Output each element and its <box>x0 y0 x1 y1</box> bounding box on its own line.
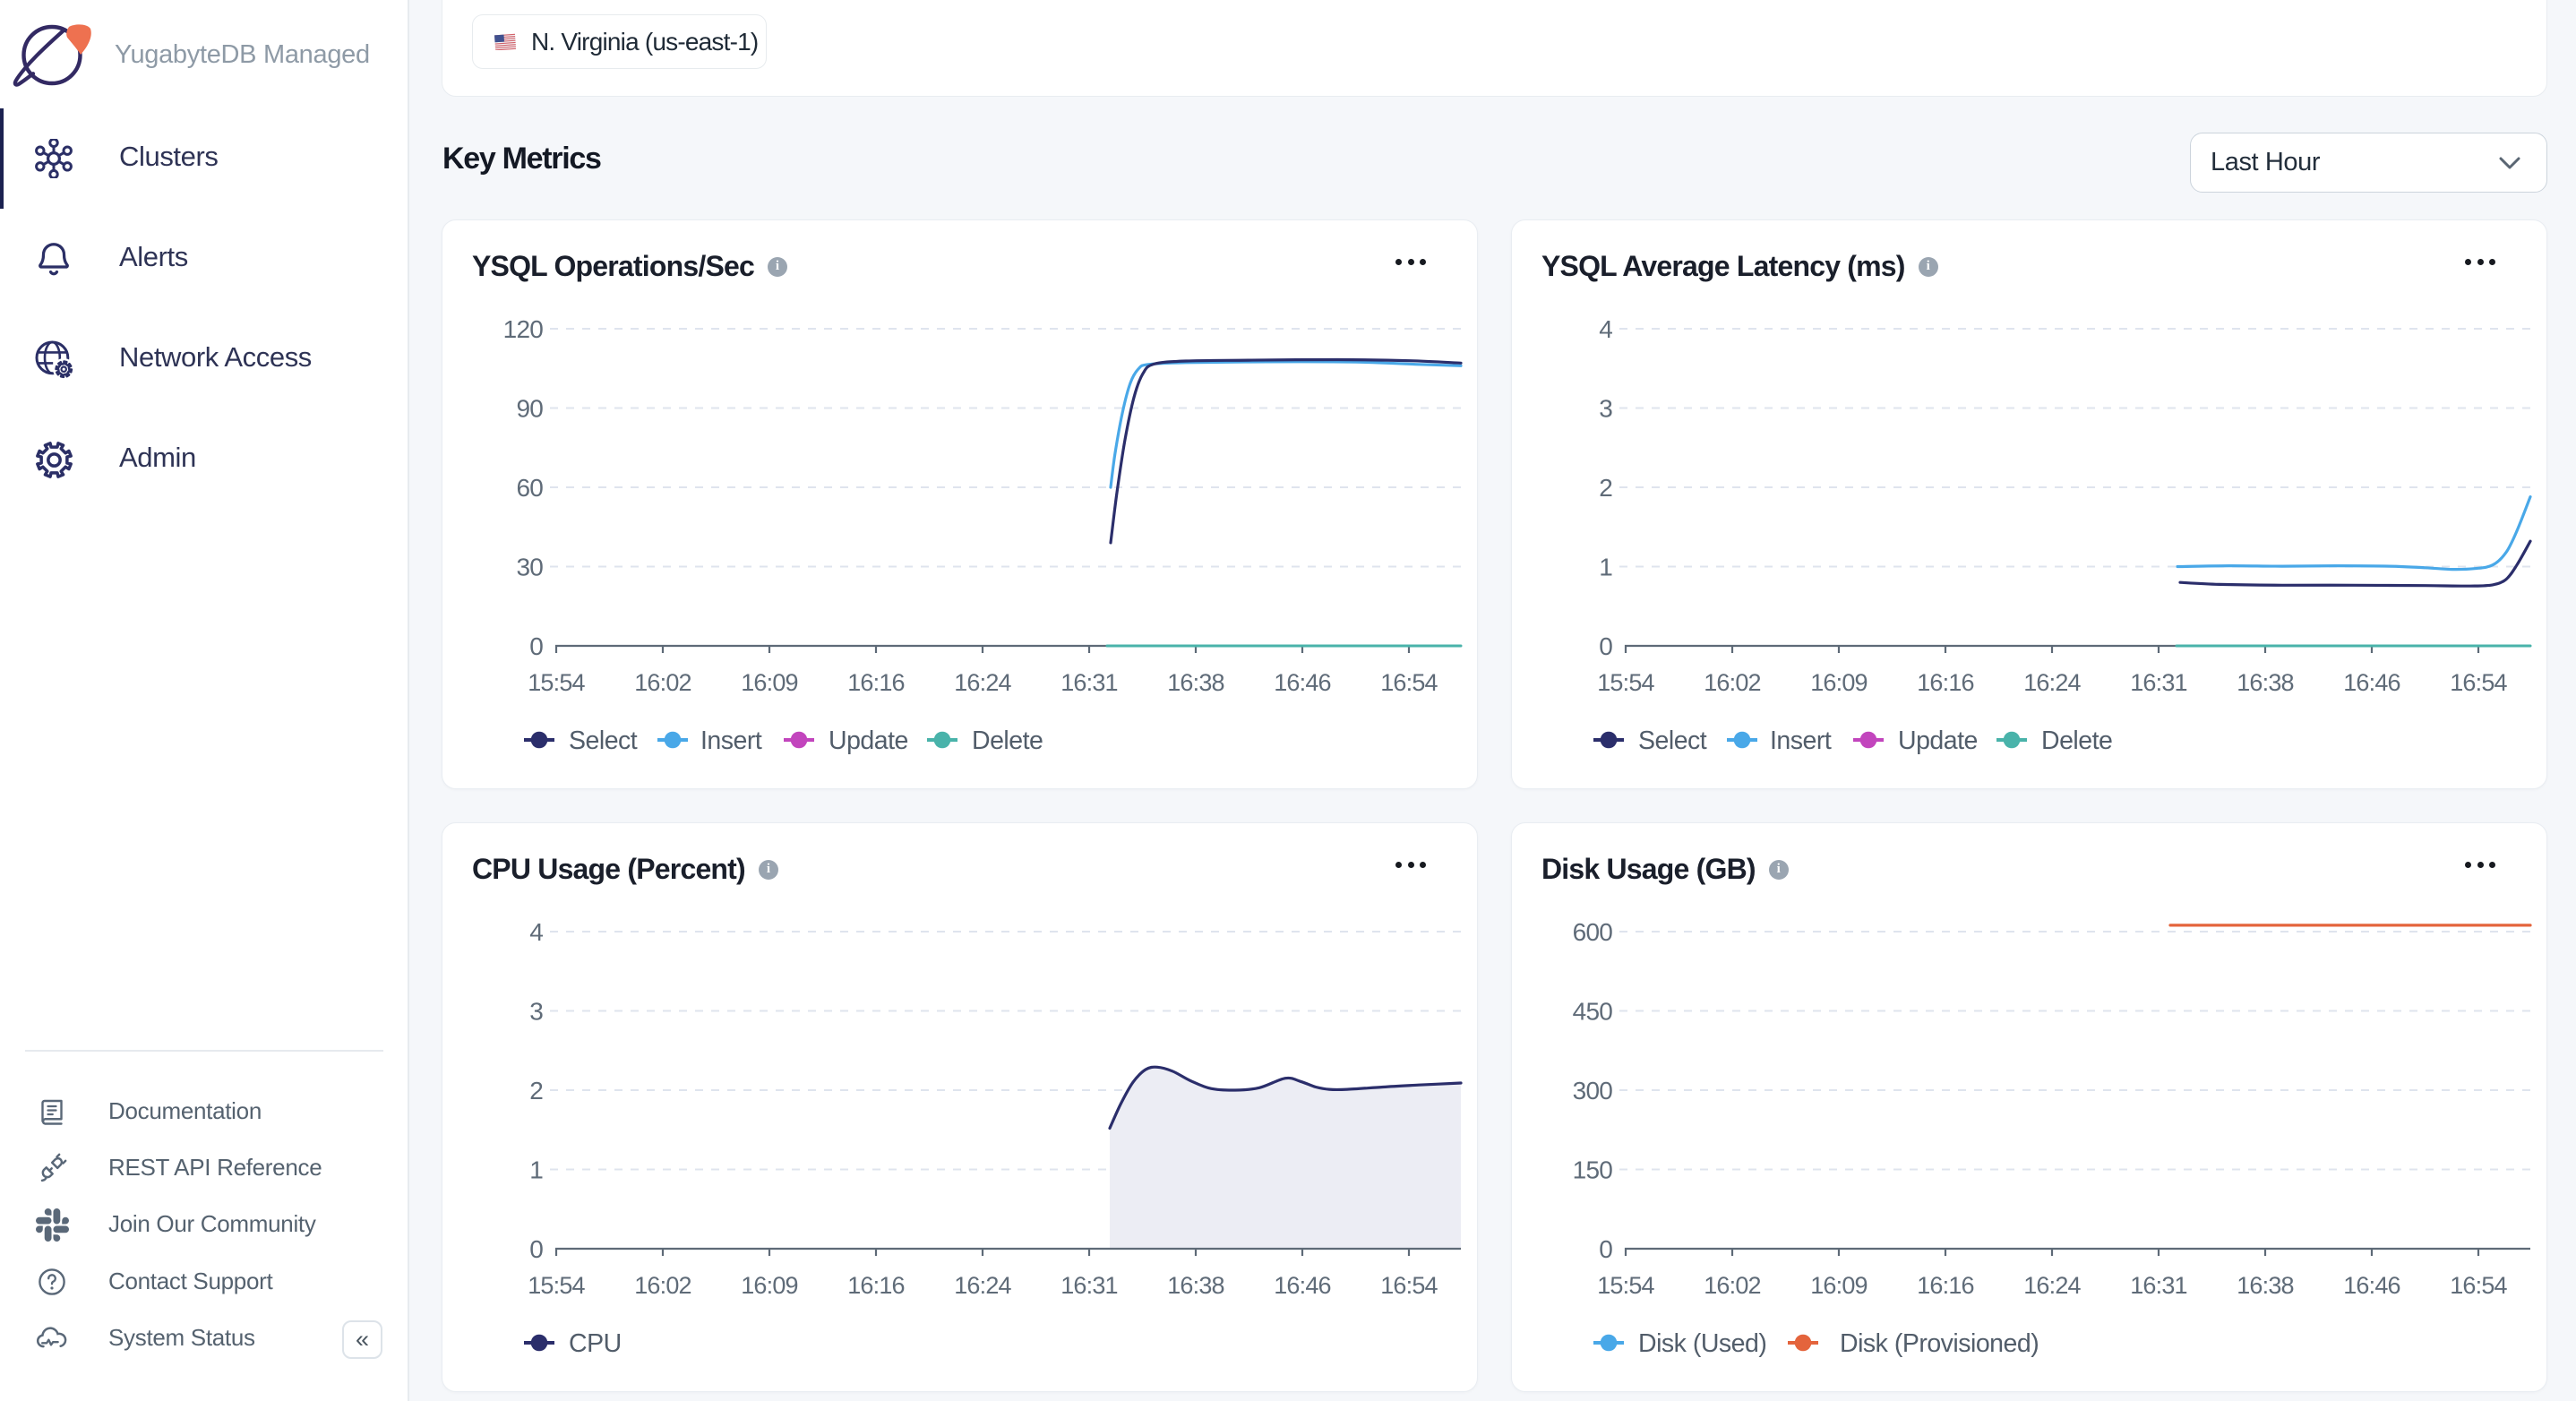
svg-text:30: 30 <box>516 554 543 581</box>
svg-text:0: 0 <box>1599 1235 1612 1263</box>
svg-text:16:02: 16:02 <box>1704 1272 1761 1299</box>
svg-text:Select: Select <box>569 726 638 755</box>
svg-text:Disk (Provisioned): Disk (Provisioned) <box>1840 1329 2039 1358</box>
svg-text:16:09: 16:09 <box>1810 1272 1868 1299</box>
svg-text:16:24: 16:24 <box>2023 669 2081 696</box>
svg-text:16:24: 16:24 <box>2023 1272 2081 1299</box>
svg-text:16:31: 16:31 <box>2130 669 2187 696</box>
svg-text:2: 2 <box>1599 474 1612 502</box>
svg-text:3: 3 <box>1599 395 1612 423</box>
svg-text:16:54: 16:54 <box>2450 1272 2507 1299</box>
svg-text:1: 1 <box>529 1156 543 1184</box>
svg-text:16:38: 16:38 <box>1167 669 1224 696</box>
svg-text:16:31: 16:31 <box>1060 1272 1118 1299</box>
svg-text:90: 90 <box>516 395 543 423</box>
svg-text:Disk (Used): Disk (Used) <box>1638 1329 1766 1358</box>
svg-text:16:02: 16:02 <box>634 669 691 696</box>
svg-text:16:38: 16:38 <box>2237 669 2294 696</box>
svg-text:0: 0 <box>1599 632 1612 660</box>
svg-text:4: 4 <box>529 918 543 946</box>
svg-text:Delete: Delete <box>972 726 1043 755</box>
svg-text:Insert: Insert <box>1770 726 1832 755</box>
svg-text:16:24: 16:24 <box>954 669 1011 696</box>
svg-text:0: 0 <box>529 1235 543 1263</box>
svg-text:150: 150 <box>1573 1156 1613 1184</box>
svg-text:450: 450 <box>1573 998 1613 1026</box>
svg-text:16:46: 16:46 <box>1274 1272 1331 1299</box>
svg-text:16:46: 16:46 <box>1274 669 1331 696</box>
svg-text:300: 300 <box>1573 1077 1613 1104</box>
svg-text:3: 3 <box>529 998 543 1026</box>
svg-text:15:54: 15:54 <box>1597 669 1654 696</box>
svg-text:16:16: 16:16 <box>847 1272 905 1299</box>
svg-text:15:54: 15:54 <box>1597 1272 1654 1299</box>
svg-text:Update: Update <box>1898 726 1978 755</box>
svg-text:2: 2 <box>529 1077 543 1104</box>
svg-text:15:54: 15:54 <box>528 669 585 696</box>
svg-text:16:09: 16:09 <box>741 669 798 696</box>
svg-text:16:54: 16:54 <box>2450 669 2507 696</box>
svg-text:16:54: 16:54 <box>1380 1272 1438 1299</box>
svg-text:Update: Update <box>829 726 908 755</box>
svg-text:60: 60 <box>516 474 543 502</box>
svg-text:600: 600 <box>1573 918 1613 946</box>
svg-text:1: 1 <box>1599 554 1612 581</box>
svg-text:16:54: 16:54 <box>1380 669 1438 696</box>
svg-text:Select: Select <box>1638 726 1707 755</box>
svg-text:16:16: 16:16 <box>1917 669 1974 696</box>
svg-text:CPU: CPU <box>569 1329 622 1358</box>
svg-text:16:38: 16:38 <box>2237 1272 2294 1299</box>
svg-text:16:31: 16:31 <box>2130 1272 2187 1299</box>
svg-text:16:46: 16:46 <box>2343 669 2400 696</box>
svg-text:16:46: 16:46 <box>2343 1272 2400 1299</box>
svg-text:120: 120 <box>503 315 544 343</box>
svg-text:16:09: 16:09 <box>741 1272 798 1299</box>
svg-text:16:24: 16:24 <box>954 1272 1011 1299</box>
svg-text:15:54: 15:54 <box>528 1272 585 1299</box>
svg-text:16:16: 16:16 <box>847 669 905 696</box>
svg-text:4: 4 <box>1599 315 1612 343</box>
svg-text:16:02: 16:02 <box>634 1272 691 1299</box>
svg-text:16:02: 16:02 <box>1704 669 1761 696</box>
svg-text:16:38: 16:38 <box>1167 1272 1224 1299</box>
svg-text:16:16: 16:16 <box>1917 1272 1974 1299</box>
svg-text:Insert: Insert <box>700 726 762 755</box>
svg-text:Delete: Delete <box>2041 726 2112 755</box>
svg-text:16:31: 16:31 <box>1060 669 1118 696</box>
svg-text:16:09: 16:09 <box>1810 669 1868 696</box>
svg-text:0: 0 <box>529 632 543 660</box>
